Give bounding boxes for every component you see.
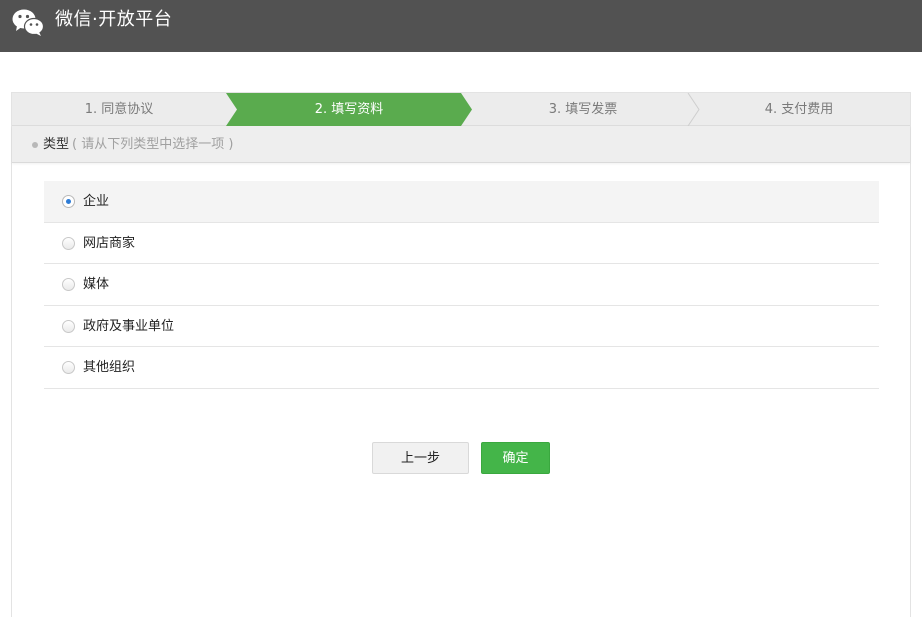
section-title: 类型 <box>43 137 70 152</box>
option-enterprise[interactable]: 企业 <box>44 181 879 223</box>
option-label: 媒体 <box>83 277 110 292</box>
radio-unchecked-icon[interactable] <box>62 236 75 250</box>
confirm-button[interactable]: 确定 <box>481 442 550 474</box>
option-label: 其他组织 <box>83 360 136 375</box>
option-online-merchant[interactable]: 网店商家 <box>44 223 879 264</box>
prev-step-button[interactable]: 上一步 <box>372 442 469 474</box>
radio-unchecked-icon[interactable] <box>62 361 75 374</box>
top-bar: 微信·开放平台 <box>0 0 922 52</box>
option-label: 企业 <box>83 194 110 209</box>
radio-unchecked-icon[interactable] <box>62 319 75 333</box>
option-media[interactable]: 媒体 <box>44 264 879 306</box>
option-government[interactable]: 政府及事业单位 <box>44 306 879 347</box>
step-1-agree: 1. 同意协议 <box>84 102 154 117</box>
option-other-org[interactable]: 其他组织 <box>44 347 879 389</box>
option-label: 政府及事业单位 <box>83 318 175 334</box>
radio-checked-icon[interactable] <box>62 195 75 208</box>
step-3-invoice: 3. 填写发票 <box>548 102 618 117</box>
type-option-list: 企业 网店商家 媒体 政府及事业单位 其他组织 <box>44 181 879 389</box>
section-header: 类型 ( 请从下列类型中选择一项 ) <box>12 126 910 163</box>
brand-title[interactable]: 微信·开放平台 <box>55 0 172 40</box>
step-2-fill-info: 2. 填写资料 <box>314 102 384 117</box>
step-progress-bar: 1. 同意协议 2. 填写资料 3. 填写发票 4. 支付费用 <box>12 93 910 126</box>
registration-panel: 1. 同意协议 2. 填写资料 3. 填写发票 4. 支付费用 类型 ( 请从下… <box>11 92 911 617</box>
step-4-payment: 4. 支付费用 <box>764 102 834 117</box>
section-hint: ( 请从下列类型中选择一项 ) <box>72 137 234 152</box>
wechat-logo-icon[interactable] <box>12 8 44 36</box>
option-label: 网店商家 <box>83 235 136 251</box>
radio-unchecked-icon[interactable] <box>62 278 75 291</box>
bullet-dot-icon <box>32 142 38 148</box>
